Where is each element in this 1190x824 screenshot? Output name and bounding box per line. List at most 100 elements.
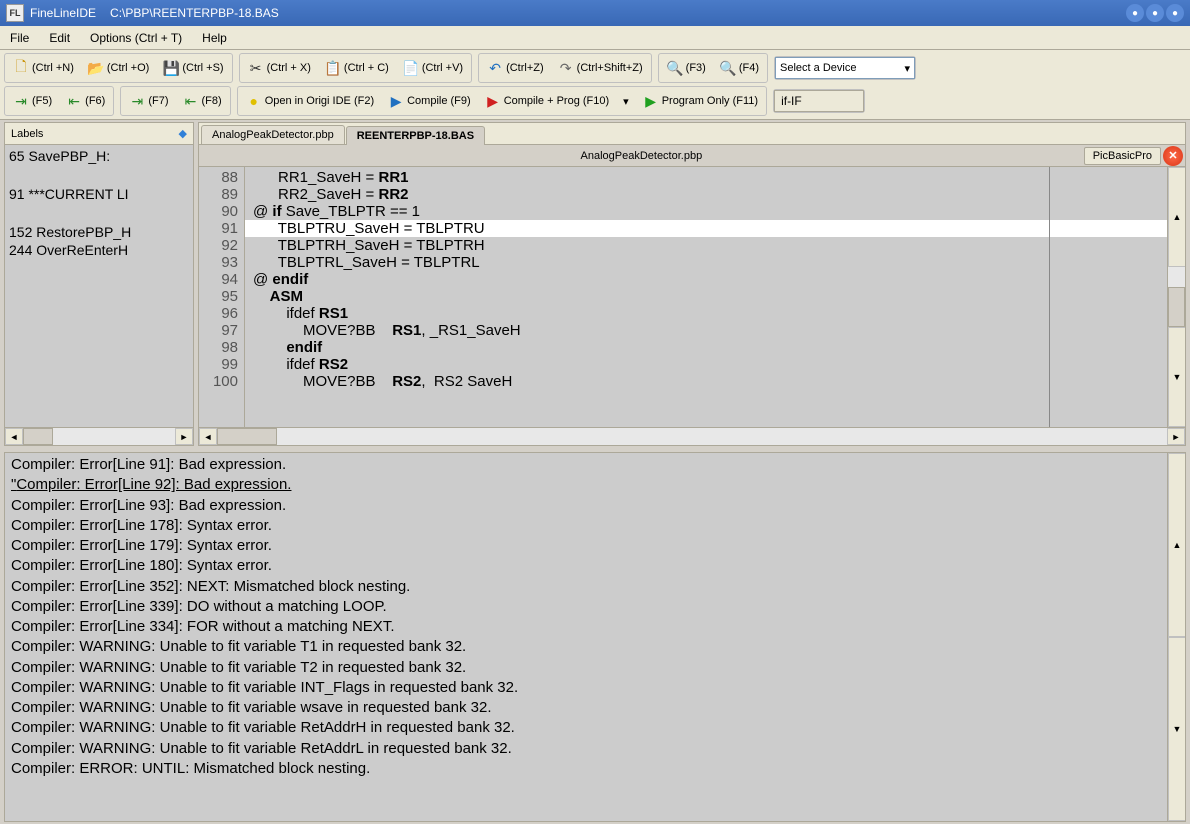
menubar: File Edit Options (Ctrl + T) Help [0,26,1190,50]
program-only-button[interactable]: ▶Program Only (F11) [637,89,764,113]
compiler-message[interactable]: Compiler: Error[Line 179]: Syntax error. [11,536,1179,556]
scroll-left-icon[interactable]: ◄ [5,428,23,445]
cut-button[interactable]: ✂(Ctrl + X) [242,56,317,80]
step-f5-button[interactable]: ⇥(F5) [7,89,58,113]
compiler-message[interactable]: Compiler: Error[Line 93]: Bad expression… [11,496,1179,516]
new-button[interactable]: 🗋(Ctrl +N) [7,56,80,80]
language-badge: PicBasicPro [1084,147,1161,165]
close-button[interactable]: ● [1166,4,1184,22]
code-body[interactable]: 888990919293949596979899100 RR1_SaveH = … [199,167,1185,427]
find-button[interactable]: 🔍(F3) [661,56,712,80]
labels-item[interactable]: 152 RestorePBP_H [9,223,189,242]
main-area: Labels ◆ 65 SavePBP_H: 91 ***CURRENT LI … [0,120,1190,448]
scroll-up-icon[interactable]: ▲ [1168,453,1186,637]
maximize-button[interactable]: ● [1146,4,1164,22]
labels-item[interactable] [9,204,189,223]
open-orig-ide-button[interactable]: ●Open in Origi IDE (F2) [240,89,380,113]
labels-item[interactable]: 91 ***CURRENT LI [9,185,189,204]
menu-edit[interactable]: Edit [39,28,80,48]
indent-block-icon: ⇥ [129,93,145,109]
compiler-message[interactable]: Compiler: Error[Line 180]: Syntax error. [11,556,1179,576]
titlebar: FL FineLineIDE C:\PBP\REENTERPBP-18.BAS … [0,0,1190,26]
code-line[interactable]: @ endif [245,271,1167,288]
editor-tabs: AnalogPeakDetector.pbpREENTERPBP-18.BAS [199,123,1185,145]
redo-button[interactable]: ↷(Ctrl+Shift+Z) [552,56,649,80]
scroll-down-icon[interactable]: ▼ [1168,327,1185,427]
chevron-down-icon: ▾ [904,62,910,75]
compiler-message[interactable]: Compiler: ERROR: UNTIL: Mismatched block… [11,759,1179,779]
minimize-button[interactable]: ● [1126,4,1144,22]
code-line[interactable]: @ if Save_TBLPTR == 1 [245,203,1167,220]
code-line[interactable]: ifdef RS1 [245,305,1167,322]
compiler-message[interactable]: Compiler: WARNING: Unable to fit variabl… [11,698,1179,718]
scroll-down-icon[interactable]: ▼ [1168,637,1186,821]
compiler-message[interactable]: Compiler: WARNING: Unable to fit variabl… [11,678,1179,698]
compiler-message[interactable]: Compiler: WARNING: Unable to fit variabl… [11,739,1179,759]
menu-options[interactable]: Options (Ctrl + T) [80,28,192,48]
undo-icon: ↶ [487,60,503,76]
search-next-icon: 🔍 [720,60,736,76]
scroll-left-icon[interactable]: ◄ [199,428,217,445]
tab-reenterpbp-18-bas[interactable]: REENTERPBP-18.BAS [346,126,485,145]
step-f7-button[interactable]: ⇥(F7) [123,89,174,113]
scroll-right-icon[interactable]: ► [1167,428,1185,445]
code-line[interactable]: TBLPTRU_SaveH = TBLPTRU [245,220,1167,237]
editor-close-button[interactable]: ✕ [1163,146,1183,166]
compiler-message[interactable]: Compiler: Error[Line 91]: Bad expression… [11,455,1179,475]
code-line[interactable]: ASM [245,288,1167,305]
code-line[interactable]: MOVE?BB RS1, _RS1_SaveH [245,322,1167,339]
labels-hscroll[interactable]: ◄ ► [5,427,193,445]
labels-item[interactable]: 65 SavePBP_H: [9,147,189,166]
redo-icon: ↷ [558,60,574,76]
compiler-message[interactable]: Compiler: WARNING: Unable to fit variabl… [11,658,1179,678]
output-vscroll[interactable]: ▲ ▼ [1167,453,1185,821]
code-line[interactable]: ifdef RS2 [245,356,1167,373]
compiler-message[interactable]: Compiler: WARNING: Unable to fit variabl… [11,718,1179,738]
code-line[interactable]: TBLPTRH_SaveH = TBLPTRH [245,237,1167,254]
step-f8-button[interactable]: ⇤(F8) [177,89,228,113]
margin-line [1049,167,1050,427]
scroll-up-icon[interactable]: ▲ [1168,167,1185,267]
scroll-right-icon[interactable]: ► [175,428,193,445]
save-icon: 💾 [163,60,179,76]
compiler-message[interactable]: Compiler: Error[Line 178]: Syntax error. [11,516,1179,536]
code-line[interactable]: MOVE?BB RS2, RS2 SaveH [245,373,1167,390]
menu-help[interactable]: Help [192,28,237,48]
labels-item[interactable]: 244 OverReEnterH [9,241,189,260]
code-lines[interactable]: RR1_SaveH = RR1 RR2_SaveH = RR2@ if Save… [245,167,1167,427]
code-line[interactable]: endif [245,339,1167,356]
menu-file[interactable]: File [0,28,39,48]
labels-item[interactable] [9,166,189,185]
compile-button[interactable]: ▶Compile (F9) [382,89,477,113]
editor-hscroll[interactable]: ◄ ► [199,427,1185,445]
step-f6-button[interactable]: ⇤(F6) [60,89,111,113]
compiler-message[interactable]: Compiler: WARNING: Unable to fit variabl… [11,637,1179,657]
undo-button[interactable]: ↶(Ctrl+Z) [481,56,550,80]
file-path: C:\PBP\REENTERPBP-18.BAS [110,6,279,20]
compiler-message[interactable]: Compiler: Error[Line 352]: NEXT: Mismatc… [11,577,1179,597]
save-button[interactable]: 💾(Ctrl +S) [157,56,229,80]
editor-vscroll[interactable]: ▲ ▼ [1167,167,1185,427]
code-line[interactable]: RR2_SaveH = RR2 [245,186,1167,203]
code-line[interactable]: TBLPTRL_SaveH = TBLPTRL [245,254,1167,271]
app-logo: FL [6,4,24,22]
copy-button[interactable]: 📋(Ctrl + C) [319,56,395,80]
tab-analogpeakdetector-pbp[interactable]: AnalogPeakDetector.pbp [201,125,345,144]
labels-header[interactable]: Labels ◆ [5,123,193,145]
labels-list[interactable]: 65 SavePBP_H: 91 ***CURRENT LI 152 Resto… [5,145,193,427]
code-line[interactable]: RR1_SaveH = RR1 [245,169,1167,186]
device-select[interactable]: Select a Device ▾ [775,57,915,79]
compiler-output[interactable]: Compiler: Error[Line 91]: Bad expression… [4,452,1186,822]
find-next-button[interactable]: 🔍(F4) [714,56,765,80]
dropdown-icon: ◆ [179,127,187,140]
if-indicator: if-IF [774,90,864,112]
compile-prog-dropdown[interactable]: ▾ [617,89,635,113]
compiler-message[interactable]: Compiler: Error[Line 334]: FOR without a… [11,617,1179,637]
paste-button[interactable]: 📄(Ctrl +V) [397,56,469,80]
open-button[interactable]: 📂(Ctrl +O) [82,56,155,80]
compiler-message[interactable]: Compiler: Error[Line 339]: DO without a … [11,597,1179,617]
app-name: FineLineIDE [30,6,96,20]
compile-prog-button[interactable]: ▶Compile + Prog (F10) [479,89,615,113]
compiler-message[interactable]: Compiler: Error[Line 92]: Bad expression… [11,475,1179,495]
search-icon: 🔍 [667,60,683,76]
